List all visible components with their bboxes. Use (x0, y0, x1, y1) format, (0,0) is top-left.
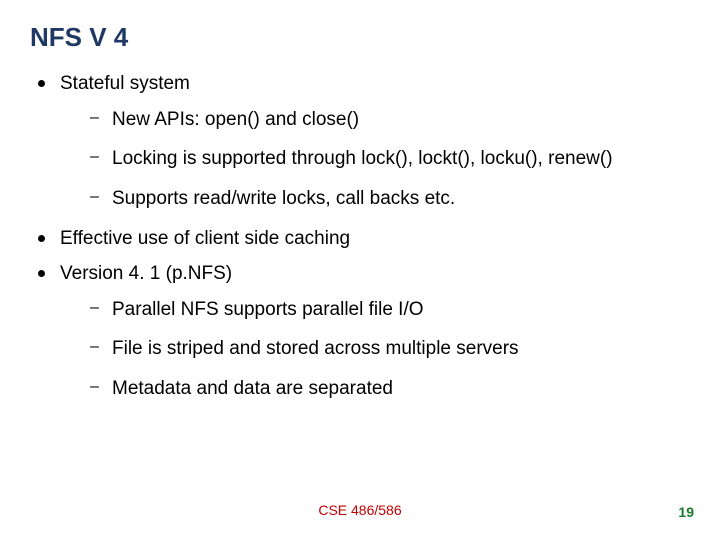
sub-bullet-text: Parallel NFS supports parallel file I/O (112, 299, 424, 320)
sub-bullet-text: File is striped and stored across multip… (112, 338, 519, 359)
bullet-text: Version 4. 1 (p.NFS) (60, 263, 232, 284)
sub-bullet-text: Supports read/write locks, call backs et… (112, 188, 455, 209)
bullet-item: Effective use of client side caching (38, 226, 692, 252)
sub-bullet-item: File is striped and stored across multip… (90, 336, 692, 362)
sub-bullet-item: New APIs: open() and close() (90, 107, 692, 133)
bullet-item: Stateful system New APIs: open() and clo… (38, 71, 692, 212)
footer-course-code: CSE 486/586 (0, 502, 720, 518)
sub-bullet-text: New APIs: open() and close() (112, 109, 359, 130)
sub-bullet-item: Metadata and data are separated (90, 376, 692, 402)
bullet-list: Stateful system New APIs: open() and clo… (38, 71, 692, 402)
sub-bullet-item: Supports read/write locks, call backs et… (90, 186, 692, 212)
slide: NFS V 4 Stateful system New APIs: open()… (0, 0, 720, 540)
sub-bullet-list: New APIs: open() and close() Locking is … (90, 107, 692, 212)
page-number: 19 (678, 504, 694, 520)
slide-title: NFS V 4 (30, 22, 692, 53)
sub-bullet-text: Locking is supported through lock(), loc… (112, 148, 613, 169)
bullet-text: Effective use of client side caching (60, 228, 350, 249)
sub-bullet-item: Locking is supported through lock(), loc… (90, 146, 692, 172)
bullet-item: Version 4. 1 (p.NFS) Parallel NFS suppor… (38, 261, 692, 402)
sub-bullet-text: Metadata and data are separated (112, 378, 393, 399)
sub-bullet-item: Parallel NFS supports parallel file I/O (90, 297, 692, 323)
bullet-text: Stateful system (60, 73, 190, 94)
sub-bullet-list: Parallel NFS supports parallel file I/O … (90, 297, 692, 402)
